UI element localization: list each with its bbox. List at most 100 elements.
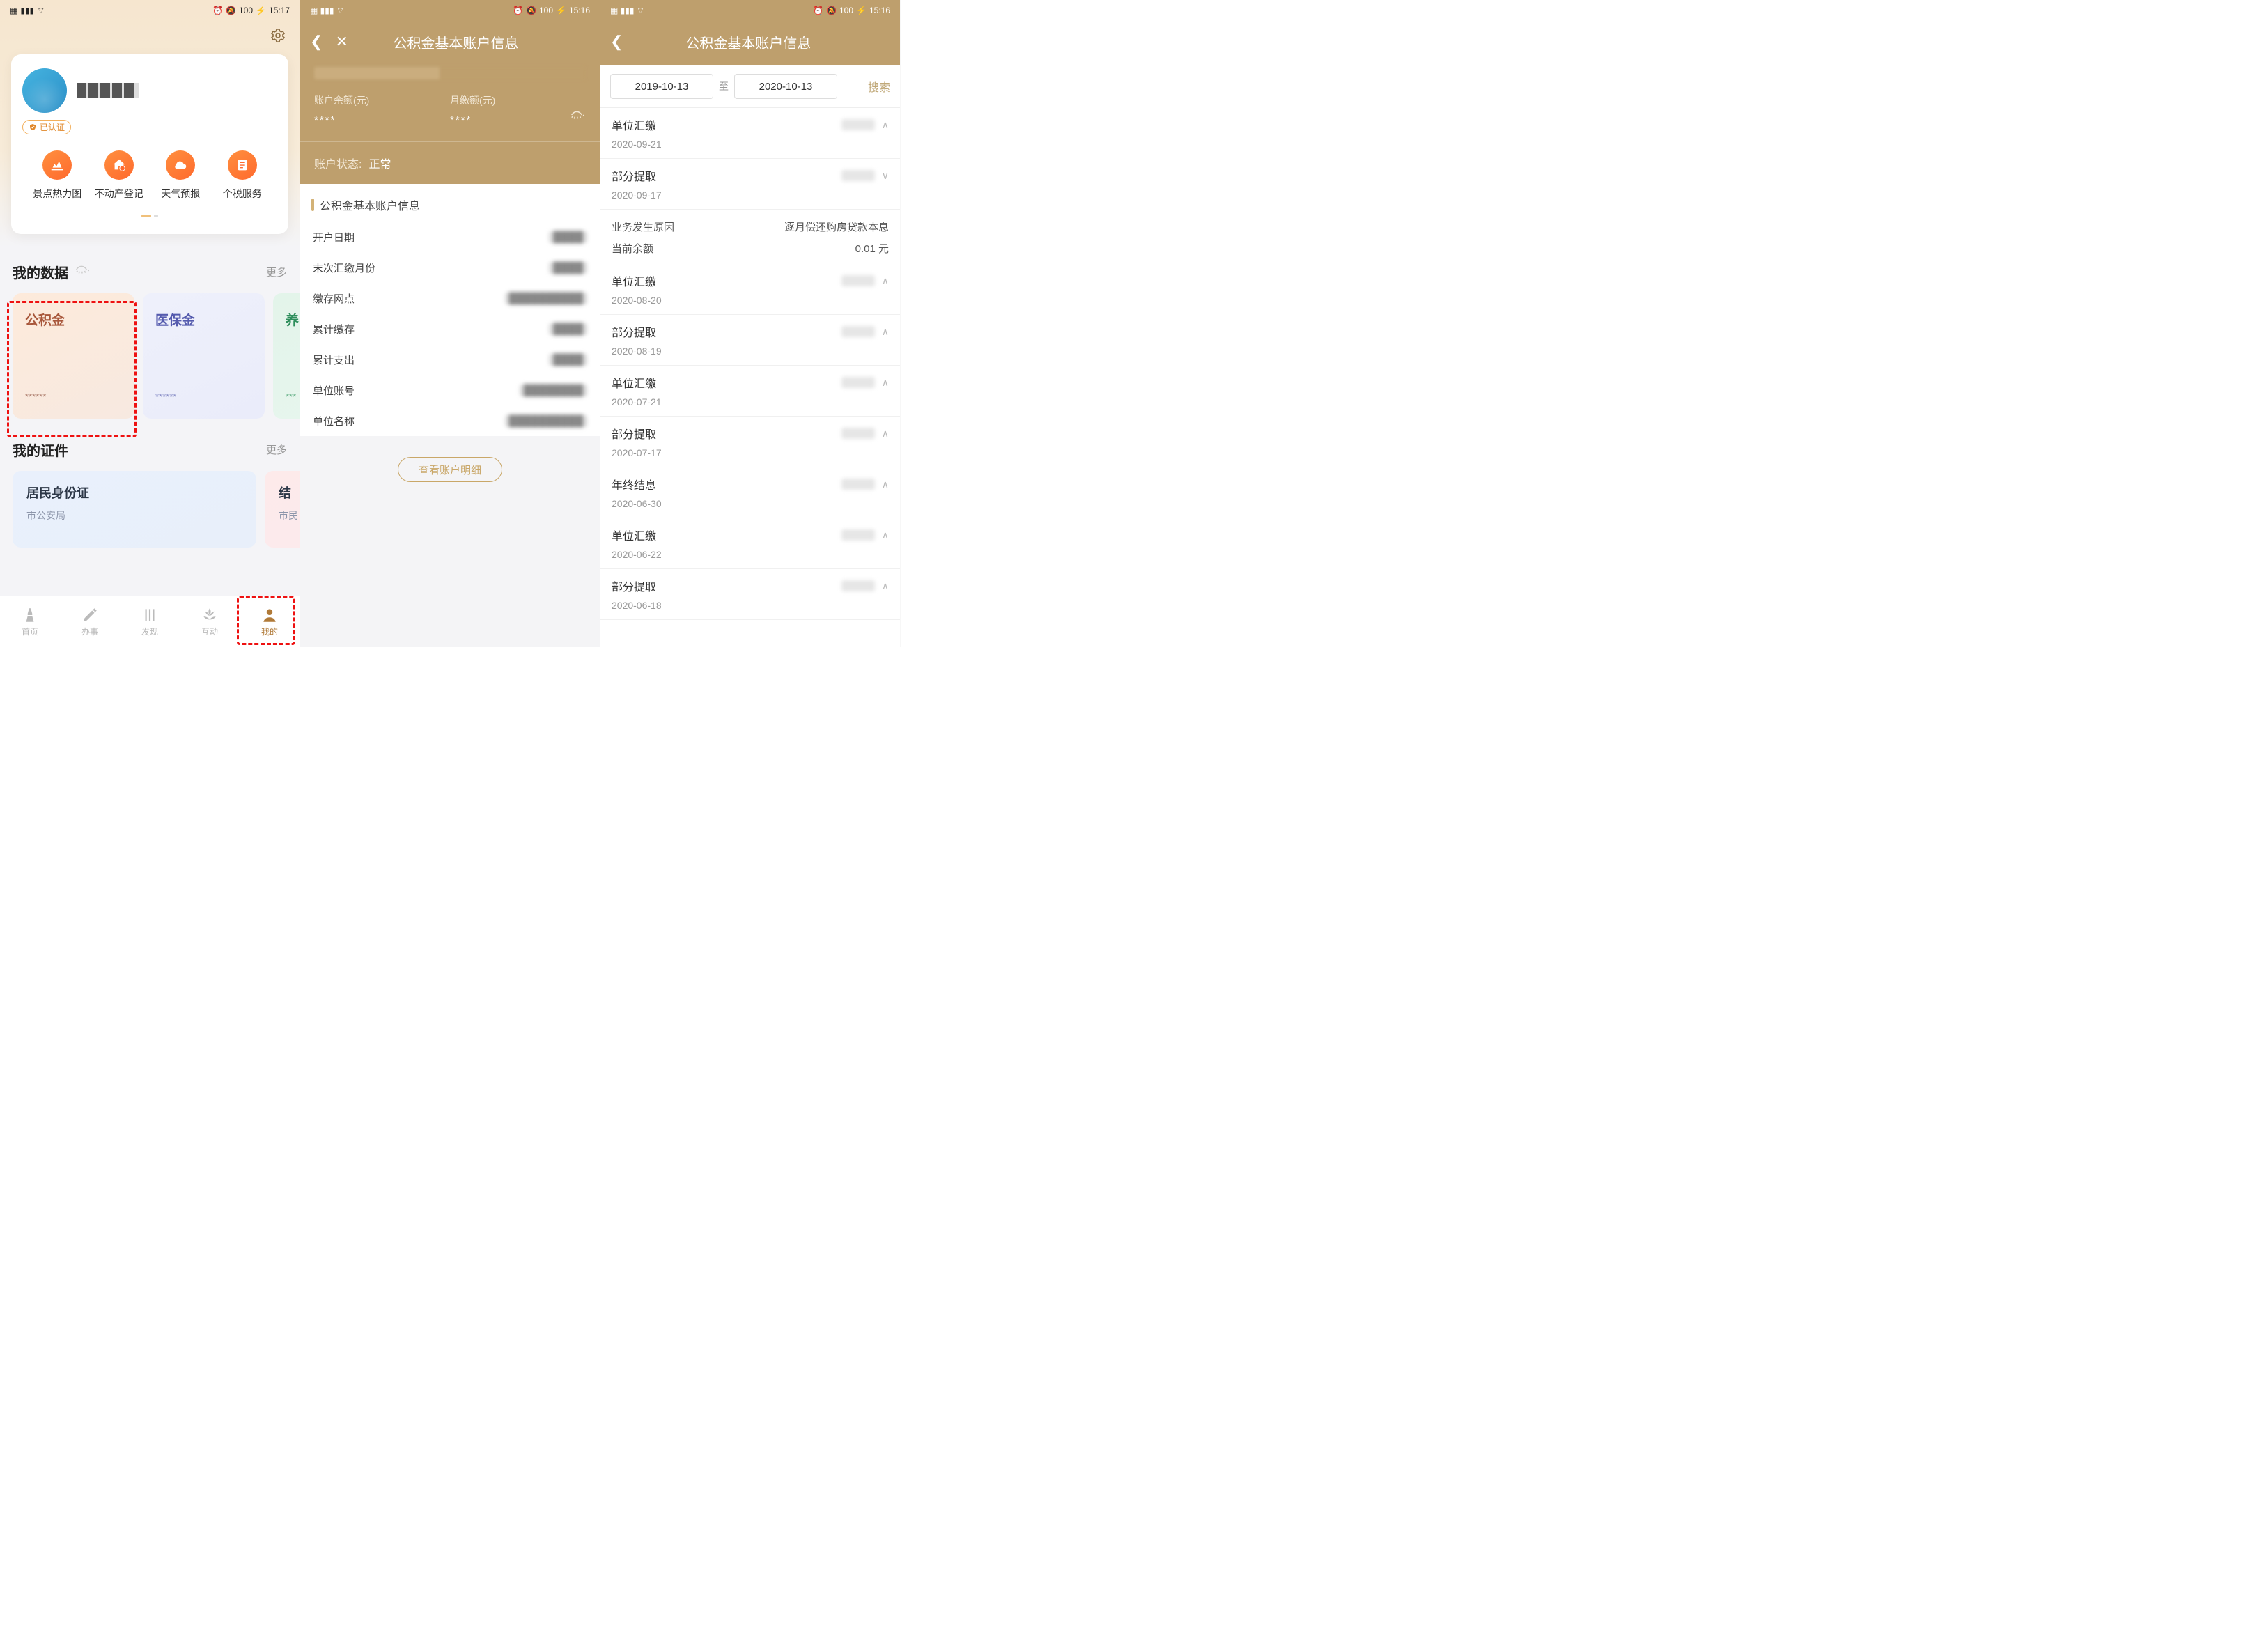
chevron-up-icon: ∧ — [882, 377, 889, 389]
screen-profile: ▦ ▮▮▮ ⌔ ⏰ 🔕 100 ⚡ 15:17 — [0, 0, 300, 647]
tab-label: 办事 — [81, 626, 98, 637]
tx-amount-censored: 000 — [841, 170, 874, 181]
transaction-item[interactable]: 单位汇缴000∧2020-08-20 — [600, 264, 900, 315]
tab-label: 我的 — [261, 626, 278, 637]
eye-off-icon[interactable] — [74, 262, 89, 281]
quick-tax[interactable]: 个税服务 — [212, 150, 274, 201]
page-title: 公积金基本账户信息 — [623, 32, 873, 52]
page-header: ❮ 公积金基本账户信息 — [600, 21, 900, 65]
info-row: 累计缴存 ████ — [313, 313, 587, 344]
hd-icon: ▦ — [10, 6, 17, 15]
detail-reason-value: 逐月偿还购房贷款本息 — [784, 219, 889, 234]
status-left: ▦ ▮▮▮ ⌔ — [10, 6, 45, 16]
quick-label: 天气预报 — [161, 187, 200, 201]
tab-label: 首页 — [22, 626, 38, 637]
detail-balance-value: 0.01 元 — [855, 241, 889, 256]
cert-title: 结 — [279, 483, 300, 502]
tx-title: 部分提取 — [612, 577, 656, 594]
account-footer-area: 查看账户明细 — [300, 436, 600, 647]
back-button[interactable]: ❮ — [310, 33, 323, 51]
transaction-item[interactable]: 单位汇缴000∧2020-09-21 — [600, 108, 900, 159]
more-link[interactable]: 更多 — [266, 442, 287, 457]
tax-icon — [228, 150, 257, 180]
info-value-censored: ████ — [549, 262, 587, 274]
quick-label: 不动产登记 — [95, 187, 143, 201]
visibility-toggle[interactable] — [569, 107, 584, 126]
status-right: ⏰ 🔕 100 ⚡ 15:17 — [212, 6, 290, 15]
settings-button[interactable] — [269, 26, 287, 45]
transaction-item[interactable]: 年终结息000∧2020-06-30 — [600, 467, 900, 518]
tab-home[interactable]: 首页 — [0, 596, 60, 647]
info-row: 开户日期████ — [313, 222, 587, 252]
date-to-input[interactable]: 2020-10-13 — [734, 74, 837, 99]
quick-label: 景点热力图 — [33, 187, 81, 201]
page-header: ❮ ✕ 公积金基本账户信息 — [300, 21, 600, 79]
tx-title: 部分提取 — [612, 425, 656, 442]
tab-interact[interactable]: 互动 — [180, 596, 240, 647]
battery-icon: 100 — [239, 6, 253, 15]
transaction-list[interactable]: 单位汇缴000∧2020-09-21部分提取000∨2020-09-17业务发生… — [600, 108, 900, 647]
transaction-item[interactable]: 单位汇缴000∧2020-07-21 — [600, 366, 900, 417]
transaction-item[interactable]: 部分提取000∧2020-07-17 — [600, 417, 900, 467]
info-value-censored: ██████████ — [505, 415, 587, 427]
card-housing-fund[interactable]: 公积金 ****** — [13, 293, 134, 419]
date-from-input[interactable]: 2019-10-13 — [610, 74, 713, 99]
avatar[interactable] — [22, 68, 67, 113]
chevron-up-icon: ∧ — [882, 580, 889, 592]
tx-amount-censored: 000 — [841, 377, 874, 388]
chevron-up-icon: ∧ — [882, 479, 889, 490]
tab-label: 发现 — [141, 626, 158, 637]
gate-icon — [141, 606, 159, 624]
info-key: 末次汇缴月份 — [313, 261, 375, 275]
info-value-censored: ████ — [549, 231, 587, 243]
screen-account-info: ▦ ▮▮▮ ⌔ ⏰ 🔕 100 ⚡ 15:16 ❮ ✕ 公积金基本账户信息 账户… — [300, 0, 600, 647]
transaction-item[interactable]: 部分提取000∨2020-09-17 — [600, 159, 900, 210]
card-id-card[interactable]: 居民身份证 市公安局 — [13, 471, 256, 548]
charge-icon: ⚡ — [556, 6, 566, 15]
search-button[interactable]: 搜索 — [868, 78, 890, 95]
quick-weather[interactable]: 天气预报 — [150, 150, 212, 201]
chevron-up-icon: ∧ — [882, 275, 889, 287]
silent-icon: 🔕 — [226, 6, 236, 15]
info-value-censored: ████ — [549, 323, 587, 335]
tx-amount-censored: 000 — [841, 580, 874, 591]
more-link[interactable]: 更多 — [266, 265, 287, 279]
tx-date: 2020-09-21 — [612, 139, 889, 150]
section-title: 我的数据 — [13, 262, 89, 282]
card-marriage[interactable]: 结 市民 — [265, 471, 300, 548]
section-title: 我的证件 — [13, 440, 68, 460]
charge-icon: ⚡ — [856, 6, 867, 15]
card-medical-fund[interactable]: 医保金 ****** — [143, 293, 265, 419]
info-row: 缴存网点██████████ — [313, 283, 587, 313]
tab-service[interactable]: 办事 — [60, 596, 120, 647]
tx-amount-censored: 000 — [841, 119, 874, 130]
tx-amount-censored: 000 — [841, 275, 874, 286]
account-status-row: 账户状态: 正常 — [300, 141, 600, 184]
tx-amount-censored: 000 — [841, 529, 874, 541]
info-key: 累计缴存 — [313, 322, 355, 336]
view-detail-button[interactable]: 查看账户明细 — [398, 457, 502, 482]
back-button[interactable]: ❮ — [610, 33, 623, 51]
close-button[interactable]: ✕ — [335, 33, 348, 51]
tx-title: 单位汇缴 — [612, 374, 656, 391]
info-list: 开户日期████ 末次汇缴月份 ████ 缴存网点██████████ 累计缴存 ████… — [300, 222, 600, 436]
balance-label: 账户余额(元) — [314, 93, 450, 107]
info-key: 单位账号 — [313, 383, 355, 398]
card-pension-fund[interactable]: 养 *** — [273, 293, 300, 419]
signal-icon: ▮▮▮ — [20, 6, 34, 15]
status-left: ▦ ▮▮▮ ⌔ — [610, 6, 644, 16]
quick-realestate[interactable]: 不动产登记 — [88, 150, 150, 201]
profile-top-section: ▦ ▮▮▮ ⌔ ⏰ 🔕 100 ⚡ 15:17 — [0, 0, 300, 247]
detail-balance-label: 当前余额 — [612, 241, 653, 256]
tab-mine[interactable]: 我的 — [240, 596, 300, 647]
date-search-row: 2019-10-13 至 2020-10-13 搜索 — [600, 65, 900, 108]
transaction-item[interactable]: 部分提取000∧2020-08-19 — [600, 315, 900, 366]
tab-discover[interactable]: 发现 — [120, 596, 180, 647]
transaction-item[interactable]: 部分提取000∧2020-06-18 — [600, 569, 900, 620]
lotus-icon — [201, 606, 219, 624]
quick-heatmap[interactable]: 景点热力图 — [26, 150, 88, 201]
tx-date: 2020-06-22 — [612, 549, 889, 560]
shield-check-icon — [29, 123, 37, 132]
transaction-item[interactable]: 单位汇缴000∧2020-06-22 — [600, 518, 900, 569]
cloud-icon — [166, 150, 195, 180]
